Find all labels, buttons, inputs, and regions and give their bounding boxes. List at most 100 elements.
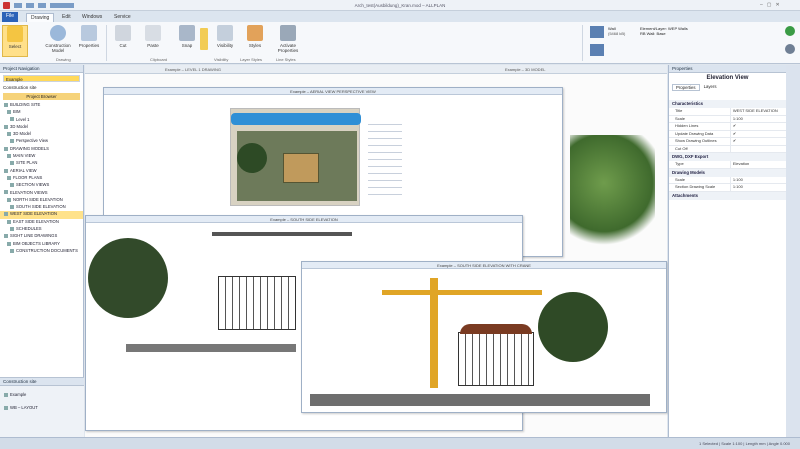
tree-item[interactable]: AERIAL VIEW (0, 168, 83, 175)
tree-item[interactable]: SCHEDULES (0, 226, 83, 233)
tab-windows[interactable]: Windows (78, 13, 106, 22)
tree-item[interactable]: SOUTH SIDE ELEVATION (0, 204, 83, 211)
tab-edit[interactable]: Edit (58, 13, 75, 22)
tree-item-label: SOUTH SIDE ELEVATION (16, 204, 66, 210)
pencil-icon[interactable] (200, 28, 208, 50)
property-row[interactable]: Update Drawing Data ✔ (669, 130, 786, 138)
crane-boom (212, 232, 352, 236)
tree-item[interactable]: BIM (0, 109, 83, 116)
property-row[interactable]: Hidden Lines ✔ (669, 123, 786, 131)
search-input[interactable]: Example (3, 75, 80, 82)
info-size: (5468 kB) (608, 31, 626, 36)
tree-item[interactable]: NORTH SIDE ELEVATION (0, 197, 83, 204)
folder-icon (10, 161, 14, 166)
tree-item[interactable]: SIGHT LINE DRAWINGS (0, 233, 83, 240)
property-row[interactable]: Scale 1:100 (669, 176, 786, 184)
tree-item[interactable]: CONSTRUCTION DOCUMENTS (0, 248, 83, 255)
properties-button[interactable]: Properties (76, 25, 102, 57)
tab-file[interactable]: File (2, 12, 19, 22)
folder-icon (7, 132, 11, 137)
tree-item[interactable]: SECTION VIEWS (0, 182, 83, 189)
tree-item-label: EAST SIDE ELEVATION (13, 218, 59, 224)
section-header[interactable]: Attachments (669, 191, 786, 200)
construction-model-button[interactable]: Construction Model (42, 25, 74, 57)
legend-table (368, 118, 402, 198)
property-value[interactable] (729, 145, 786, 152)
property-value[interactable]: 1:100 (729, 184, 786, 191)
property-row[interactable]: Section Drawing Scale 1:100 (669, 184, 786, 192)
green-status-icon[interactable] (785, 26, 795, 36)
snap-button[interactable]: Snap (174, 25, 200, 57)
window-controls[interactable]: –▢✕ (760, 2, 796, 9)
property-value[interactable]: 1:100 (729, 176, 786, 183)
visibility-button[interactable]: Visibility (212, 25, 238, 57)
section-header[interactable]: Characteristics (669, 100, 786, 108)
tree-item[interactable]: EAST SIDE ELEVATION (0, 219, 83, 226)
tree-item[interactable]: FLOOR PLANS (0, 175, 83, 182)
property-value[interactable]: WEST SIDE ELEVATION (729, 108, 786, 115)
side-strip[interactable] (786, 65, 800, 437)
property-row[interactable]: Scale 1:100 (669, 115, 786, 123)
elevation-crane-window[interactable]: Example – SOUTH SIDE ELEVATION WITH CRAN… (301, 261, 667, 413)
property-value[interactable]: ✔ (729, 130, 786, 137)
tree-item[interactable]: BIM OBJECTS LIBRARY (0, 241, 83, 248)
tab-properties[interactable]: Properties (672, 84, 700, 91)
paste-button[interactable]: Paste (140, 25, 166, 57)
tree-item[interactable]: ELEVATION VIEWS (0, 190, 83, 197)
bottom-item[interactable]: WB – LAYOUT (0, 405, 84, 412)
magnet-icon (179, 25, 195, 41)
folder-icon (4, 146, 8, 151)
tree-item[interactable]: WEST SIDE ELEVATION (0, 211, 83, 219)
bottom-item[interactable]: Example (0, 392, 84, 399)
section-header[interactable]: Drawing Models (669, 168, 786, 177)
tree-item-label: FLOOR PLANS (13, 174, 43, 180)
property-value[interactable]: ✔ (729, 123, 786, 130)
tree-item[interactable]: DRAWING MODELS (0, 146, 83, 153)
tree-item-label: CONSTRUCTION DOCUMENTS (16, 247, 78, 253)
activate-properties-button[interactable]: Activate Properties (272, 25, 304, 57)
tree-item[interactable]: MAIN VIEW (0, 153, 83, 160)
tree-item[interactable]: 3D Model (0, 131, 83, 138)
styles-button[interactable]: Styles (242, 25, 268, 57)
layer-icon (590, 44, 604, 56)
property-value[interactable]: 1:100 (729, 115, 786, 122)
tree-silhouette (538, 292, 608, 362)
scissors-icon (115, 25, 131, 41)
river (231, 113, 361, 125)
quick-access-toolbar[interactable] (14, 3, 74, 8)
property-value[interactable]: Elevation (729, 161, 786, 168)
folder-icon (7, 241, 11, 246)
tree-item[interactable]: 3D Model (0, 124, 83, 131)
app-logo-icon (3, 2, 10, 9)
tree-item-label: 3D Model (10, 123, 28, 129)
workspace[interactable]: Example – LEVEL 1 DRAWING Example – 3D M… (85, 65, 667, 437)
select-button[interactable]: Select (2, 25, 28, 57)
cut-button[interactable]: Cut (110, 25, 136, 57)
tree-item[interactable]: Perspective View (0, 138, 83, 145)
folder-icon (7, 110, 11, 115)
tab-layers[interactable]: Layers (704, 84, 717, 91)
ribbon: Select Construction Model Properties Dra… (0, 22, 800, 64)
group-layer-styles-label: Layer Styles (240, 57, 263, 62)
section-header[interactable]: DWG, DXF Export (669, 153, 786, 161)
folder-icon (7, 153, 11, 158)
folder-icon (4, 102, 8, 107)
property-row[interactable]: Type Elevation (669, 161, 786, 169)
property-row[interactable]: Title WEST SIDE ELEVATION (669, 108, 786, 116)
tab-service[interactable]: Service (110, 13, 135, 22)
tree-item-label: Level 1 (16, 116, 30, 122)
settings-icon[interactable] (785, 44, 795, 54)
group-line-styles-label: Line Styles (276, 57, 296, 62)
tab-drawing[interactable]: Drawing (26, 13, 55, 22)
property-value[interactable]: ✔ (729, 138, 786, 145)
folder-icon (4, 234, 8, 239)
property-row[interactable]: Cut Off (669, 145, 786, 153)
folder-icon (10, 183, 14, 188)
group-clipboard-label: Clipboard (150, 57, 168, 62)
building-footprint (283, 153, 319, 183)
tree-item[interactable]: BUILDING SITE (0, 102, 83, 109)
tree-item[interactable]: Level 1 (0, 117, 83, 124)
tree-item[interactable]: SITE PLAN (0, 160, 83, 167)
property-row[interactable]: Show Drawing Outlines ✔ (669, 138, 786, 146)
project-browser-header[interactable]: Project Browser (3, 93, 80, 100)
